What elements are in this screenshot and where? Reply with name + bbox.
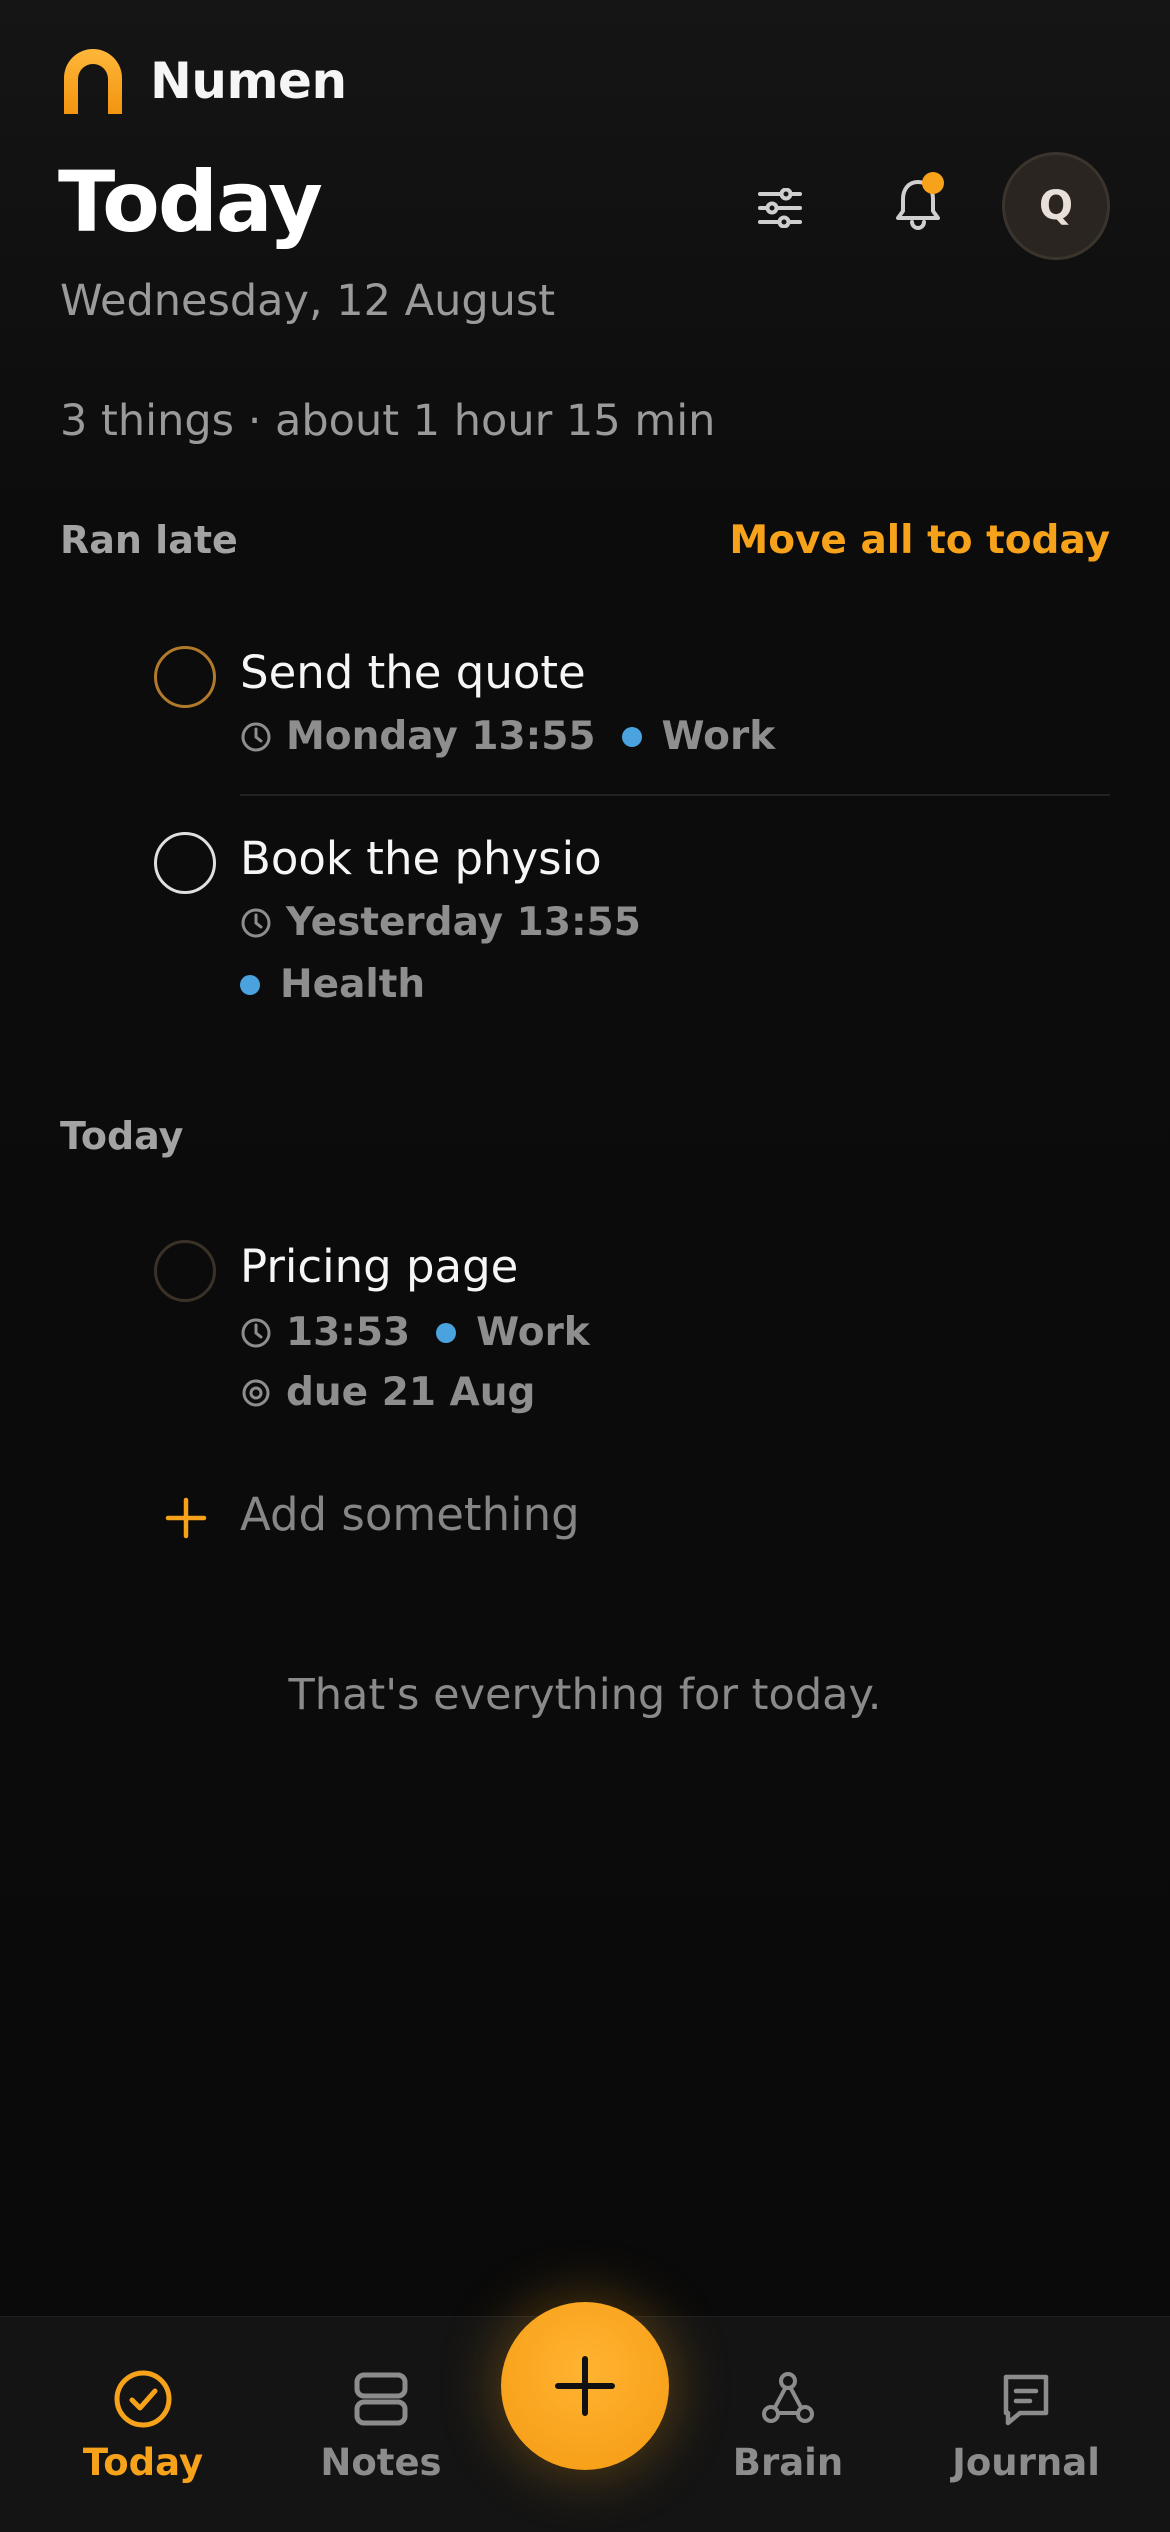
brand-name: Numen [150,52,347,110]
task-meta-tag: Health [240,962,425,1007]
task-meta: 13:53 Work [240,1310,590,1355]
task-meta: Monday 13:55 Work [240,714,775,759]
numen-logo-icon [64,49,122,114]
section-ran-late-label: Ran late [60,518,238,562]
current-date: Wednesday, 12 August [60,276,556,326]
tag-dot [621,726,642,747]
task-title: Send the quote [240,646,586,699]
plus-icon [165,1497,207,1539]
task-time: Yesterday 13:55 [286,900,641,945]
filter-button[interactable] [740,168,820,248]
divider [240,794,1110,796]
notification-badge [922,172,944,194]
nav-journal[interactable]: Journal [926,2317,1126,2484]
graph-icon [762,2372,814,2423]
task-checkbox[interactable] [154,1240,216,1302]
task-tag: Work [476,1310,590,1355]
clock-icon [241,1318,271,1347]
task-time: 13:53 [286,1310,411,1355]
add-button[interactable] [501,2302,669,2470]
nav-notes[interactable]: Notes [281,2317,481,2484]
clock-icon [241,722,271,751]
check-circle-icon [114,2370,172,2428]
notifications-button[interactable] [878,164,958,244]
task-tag: Health [280,962,426,1007]
nav-label: Today [82,2441,204,2484]
tag-dot [240,974,260,995]
add-something-label: Add something [240,1488,580,1541]
tag-dot [436,1322,457,1343]
page-title: Today [58,153,323,251]
nav-brain[interactable]: Brain [688,2317,888,2484]
avatar[interactable]: Q [1002,152,1110,260]
move-all-to-today-button[interactable]: Move all to today [729,518,1110,563]
sliders-icon [758,188,802,228]
task-due-date: due 21 Aug [286,1370,536,1415]
add-something-row[interactable]: Add something [0,1486,1170,1546]
nav-today[interactable]: Today [43,2317,243,2484]
task-checkbox[interactable] [154,646,216,708]
plus-icon [555,2356,615,2416]
task-title: Book the physio [240,832,602,885]
task-meta: Yesterday 13:55 [240,900,641,945]
today-screen: Numen Today Q Wednesday, 12 August 3 thi… [0,0,1170,2532]
task-checkbox[interactable] [154,832,216,894]
nav-label: Brain [732,2441,844,2484]
nav-label: Journal [952,2441,1100,2484]
brand: Numen [60,48,347,114]
empty-state-message: That's everything for today. [288,1670,882,1720]
journal-icon [1003,2374,1049,2426]
nav-label: Notes [320,2441,442,2484]
task-time: Monday 13:55 [286,714,596,759]
notes-icon [354,2372,408,2426]
task-title: Pricing page [240,1240,519,1293]
clock-icon [241,908,271,937]
target-icon [242,1379,270,1406]
task-tag: Work [661,714,776,759]
day-summary: 3 things · about 1 hour 15 min [60,396,716,446]
task-due: due 21 Aug [240,1370,535,1415]
section-today-label: Today [60,1114,184,1158]
